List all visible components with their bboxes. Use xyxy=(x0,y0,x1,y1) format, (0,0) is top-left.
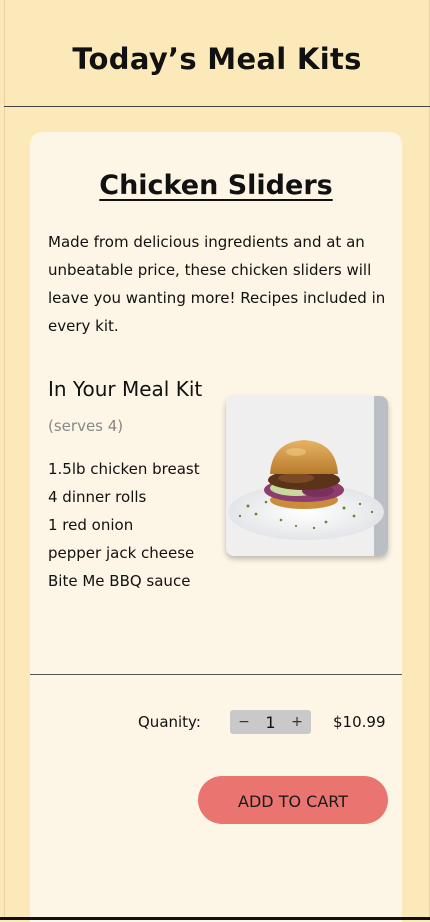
ingredient-item: 1.5lb chicken breast xyxy=(48,460,200,478)
product-image xyxy=(226,396,388,556)
quantity-row: Quanity: − 1 + $10.99 xyxy=(30,710,402,734)
ingredient-item: 4 dinner rolls xyxy=(48,488,147,506)
add-to-cart-button[interactable]: ADD TO CART xyxy=(198,776,388,824)
section-divider xyxy=(30,674,402,675)
serves-note: (serves 4) xyxy=(48,417,124,435)
quantity-stepper[interactable]: − 1 + xyxy=(230,710,311,734)
slider-burger-photo xyxy=(226,396,388,556)
ingredient-item: Bite Me BBQ sauce xyxy=(48,572,191,590)
decrement-button[interactable]: − xyxy=(238,714,250,730)
page-title: Today’s Meal Kits xyxy=(72,42,362,76)
page-header: Today’s Meal Kits xyxy=(4,0,430,107)
product-price: $10.99 xyxy=(333,713,386,731)
ingredient-item: pepper jack cheese xyxy=(48,544,195,562)
kit-heading: In Your Meal Kit (serves 4) xyxy=(48,372,218,444)
product-description: Made from delicious ingredients and at a… xyxy=(48,233,386,335)
ingredient-item: 1 red onion xyxy=(48,516,134,534)
product-title: Chicken Sliders xyxy=(99,170,333,201)
ingredient-list: 1.5lb chicken breast 4 dinner rolls 1 re… xyxy=(48,455,218,595)
quantity-label: Quanity: xyxy=(138,713,201,731)
product-card: Chicken Sliders Made from delicious ingr… xyxy=(30,132,402,922)
quantity-value: 1 xyxy=(265,712,276,732)
kit-heading-text: In Your Meal Kit xyxy=(48,377,203,401)
increment-button[interactable]: + xyxy=(291,714,303,730)
